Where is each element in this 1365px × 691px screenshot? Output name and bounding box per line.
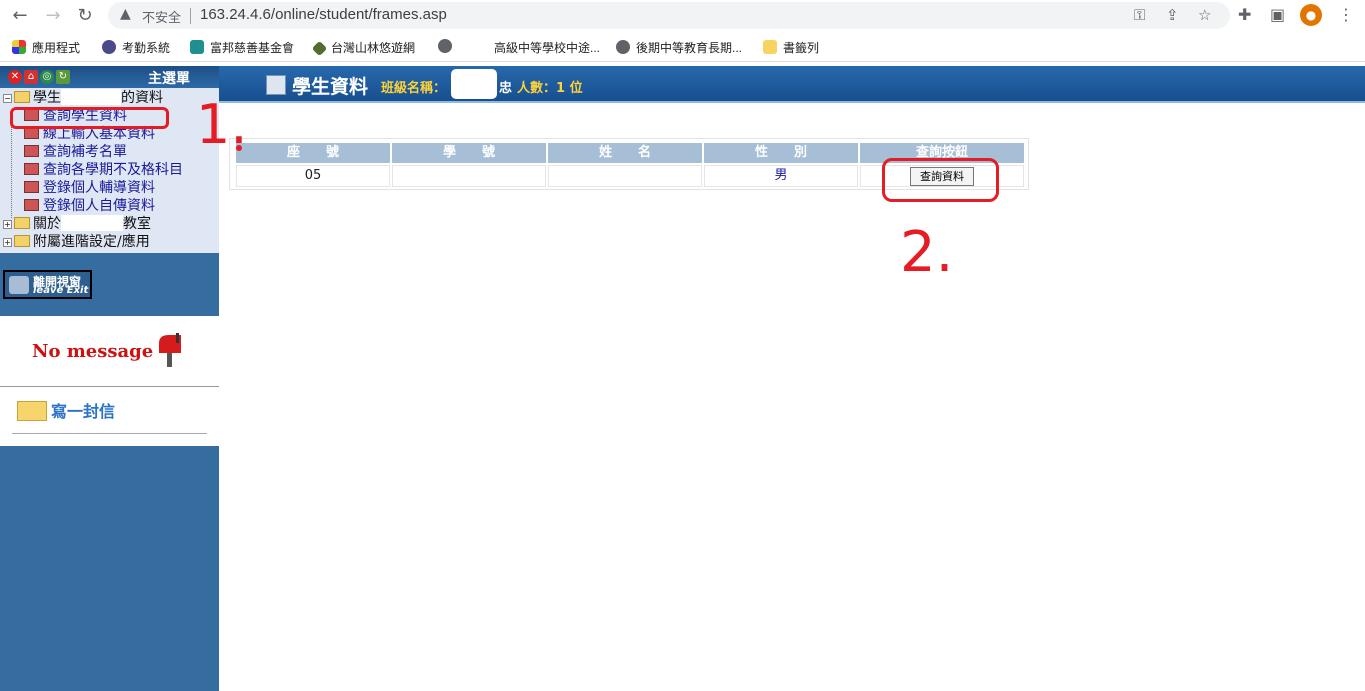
menu-header: ✕ ⌂ ◎ ↻ 主選單: [0, 66, 219, 88]
collapse-icon[interactable]: −: [3, 94, 12, 103]
profile-avatar[interactable]: ●: [1300, 4, 1322, 26]
write-letter-link[interactable]: 寫一封信: [17, 398, 115, 422]
share-icon[interactable]: ⇪: [1166, 6, 1179, 24]
exit-label-bottom: leave Exit: [33, 285, 89, 296]
content-banner: 學生資料 班級名稱： 忠 人數：1 位: [219, 66, 1365, 103]
tree-item-autobiography[interactable]: 登錄個人自傳資料: [24, 197, 155, 215]
star-icon[interactable]: ☆: [1198, 6, 1211, 24]
header-student-id: 學 號: [392, 143, 546, 163]
annotation-box-2: [882, 158, 999, 202]
fubon-icon: [190, 40, 204, 54]
cell-gender: 男: [704, 165, 858, 187]
separator: [190, 8, 191, 24]
bookmark-fubon[interactable]: 富邦慈善基金會: [190, 39, 294, 56]
globe-icon[interactable]: ◎: [40, 70, 54, 84]
book-icon: [24, 181, 39, 193]
bookmark-folder[interactable]: 書籤列: [763, 39, 819, 56]
header-seat: 座 號: [236, 143, 390, 163]
forward-icon[interactable]: →: [42, 5, 64, 27]
book-icon: [24, 199, 39, 211]
globe-icon: [438, 39, 452, 53]
divider: [12, 433, 207, 434]
forest-icon: [311, 40, 328, 57]
back-icon[interactable]: ←: [9, 5, 31, 27]
folder-icon: [14, 217, 30, 229]
annotation-box-1: [10, 107, 169, 129]
bookmark-highschool[interactable]: 高級中等學校中途...: [494, 39, 600, 56]
home-icon[interactable]: ⌂: [24, 70, 38, 84]
url-text[interactable]: 163.24.4.6/online/student/frames.asp: [200, 6, 447, 23]
key-icon[interactable]: ⚿: [1134, 6, 1145, 24]
globe-icon: [616, 40, 630, 54]
bookmarks-bar: 應用程式 考勤系統 富邦慈善基金會 台灣山林悠遊網 高級中等學校中途... 後期…: [0, 32, 1365, 62]
warning-icon[interactable]: ▲: [120, 6, 131, 22]
tree-item-makeup-list[interactable]: 查詢補考名單: [24, 143, 127, 161]
divider: [0, 386, 219, 387]
menu-icon-group: ✕ ⌂ ◎ ↻: [8, 68, 72, 84]
no-message-text: No message: [32, 341, 154, 362]
left-menu-frame: ✕ ⌂ ◎ ↻ 主選單 − 學生 的資料 查詢學生資料 線上輸入基本資料 查詢補考名單 查…: [0, 66, 219, 691]
envelope-icon: [17, 401, 47, 421]
extensions-icon[interactable]: ✚: [1238, 5, 1251, 24]
header-gender: 性 別: [704, 143, 858, 163]
attendance-icon: [102, 40, 116, 54]
leave-exit-button[interactable]: 離開視窗 leave Exit: [3, 270, 92, 299]
book-icon: [24, 145, 39, 157]
bookmark-attendance[interactable]: 考勤系統: [102, 39, 170, 56]
browser-toolbar: ← → ↻ ▲ 不安全 163.24.4.6/online/student/fr…: [0, 0, 1365, 32]
redacted-block: [61, 215, 123, 231]
tree-item-failed-subjects[interactable]: 查詢各學期不及格科目: [24, 161, 183, 179]
bookmark-forest[interactable]: 台灣山林悠遊網: [311, 39, 415, 57]
tree-item-counseling[interactable]: 登錄個人輔導資料: [24, 179, 155, 197]
redacted-block: [61, 89, 121, 105]
page-title: 學生資料: [292, 76, 369, 98]
header-name: 姓 名: [548, 143, 702, 163]
apps-icon: [12, 40, 26, 54]
cell-student-id: [392, 165, 546, 187]
more-icon[interactable]: ⋮: [1338, 5, 1354, 24]
sidepanel-icon[interactable]: ▣: [1270, 5, 1285, 24]
tree-lines: [11, 122, 12, 218]
insecure-label[interactable]: 不安全: [142, 7, 181, 26]
class-name-suffix: 忠: [499, 81, 513, 96]
book-icon: [24, 163, 39, 175]
bookmark-globe[interactable]: [438, 39, 458, 54]
exit-icon: [9, 276, 29, 294]
menu-title: 主選單: [148, 71, 190, 87]
cell-seat: 05: [236, 165, 390, 187]
refresh-icon[interactable]: ↻: [56, 70, 70, 84]
bookmark-apps[interactable]: 應用程式: [12, 39, 80, 56]
reload-icon[interactable]: ↻: [74, 5, 96, 27]
annotation-number-2: 2.: [900, 220, 954, 285]
folder-icon: [14, 235, 30, 247]
tree-folder-student[interactable]: − 學生 的資料: [3, 89, 163, 107]
cell-name: [548, 165, 702, 187]
expand-icon[interactable]: +: [3, 220, 12, 229]
student-data-icon: [266, 75, 286, 95]
class-name-label: 班級名稱：: [381, 81, 447, 96]
tree-folder-classroom[interactable]: + 關於 教室: [3, 215, 151, 233]
close-icon[interactable]: ✕: [8, 70, 22, 84]
mailbox-icon: [159, 333, 181, 367]
folder-icon: [14, 91, 30, 103]
bookmark-secondary[interactable]: 後期中等教育長期...: [616, 39, 742, 56]
message-panel: No message 寫一封信: [0, 316, 219, 446]
annotation-dot: [236, 145, 242, 151]
folder-icon: [763, 40, 777, 54]
tree-folder-advanced[interactable]: + 附屬進階設定/應用: [3, 233, 150, 251]
student-count: 人數：1 位: [517, 81, 583, 96]
expand-icon[interactable]: +: [3, 238, 12, 247]
redacted-block: [451, 69, 497, 99]
address-bar[interactable]: ▲ 不安全 163.24.4.6/online/student/frames.a…: [108, 2, 1230, 29]
